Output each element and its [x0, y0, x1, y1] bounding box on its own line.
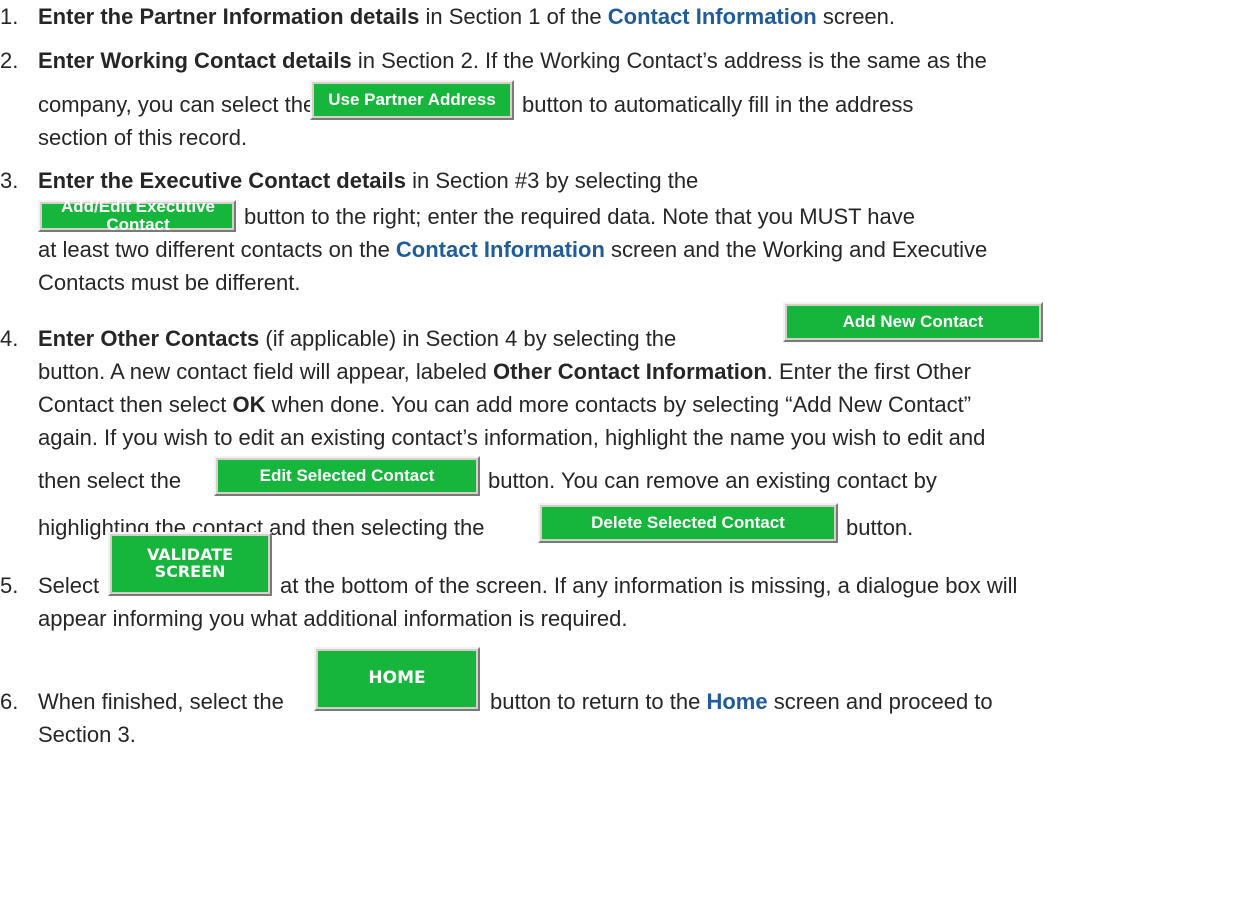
step-text: (if applicable) in Section 4 by selectin… [259, 326, 677, 351]
step-text: button to return to the [490, 689, 707, 714]
step-text: Contacts must be different. [38, 270, 301, 295]
step-line: at the bottom of the screen. If any info… [280, 573, 1017, 599]
step-text: screen and the Working and Executive [604, 237, 988, 262]
button-label: Use Partner Address [328, 90, 496, 110]
step-line: When finished, select the [38, 689, 284, 715]
step-number: 2. [0, 48, 19, 73]
step-text: section of this record. [38, 125, 248, 150]
button-label: Delete Selected Contact [591, 513, 785, 533]
step-heading: Enter the Executive Contact details [38, 168, 406, 193]
validate-screen-button[interactable]: VALIDATE SCREEN [108, 532, 272, 596]
use-partner-address-button[interactable]: Use Partner Address [310, 80, 514, 120]
step-text: in Section #3 by selecting the [406, 168, 699, 193]
step-line: button to the right; enter the required … [244, 204, 915, 230]
step-text: screen. [816, 4, 896, 29]
step-heading: Enter Working Contact details [38, 48, 352, 73]
step-text: when done. You can add more contacts by … [265, 392, 972, 417]
contact-information-ref: Contact Information [395, 237, 605, 262]
step-text: button. You can remove an existing conta… [488, 468, 937, 493]
step-number: 5. [0, 573, 19, 598]
step-line: at least two different contacts on the C… [38, 237, 987, 263]
step-text: in Section 1 of the [419, 4, 608, 29]
step-text: company, you can select the [38, 92, 316, 117]
step-line: Enter the Partner Information details in… [38, 4, 895, 30]
button-label-line: SCREEN [154, 562, 226, 581]
delete-selected-contact-button[interactable]: Delete Selected Contact [538, 503, 838, 543]
step-line: section of this record. [38, 125, 247, 151]
step-line: Enter Other Contacts (if applicable) in … [38, 326, 676, 352]
step-text: When finished, select the [38, 689, 284, 714]
step-line: button to return to the Home screen and … [490, 689, 993, 715]
step-text: at least two different contacts on the [38, 237, 396, 262]
step-line: Contact then select OK when done. You ca… [38, 392, 971, 418]
step-line: Enter the Executive Contact details in S… [38, 168, 698, 194]
step-line: company, you can select the [38, 92, 315, 118]
step-line: Section 3. [38, 722, 136, 748]
step-line: again. If you wish to edit an existing c… [38, 425, 985, 451]
step-line: appear informing you what additional inf… [38, 606, 627, 632]
step-line: button. [846, 515, 913, 541]
step-number: 4. [0, 326, 19, 351]
step-line: button. A new contact field will appear,… [38, 359, 971, 385]
home-button[interactable]: HOME [314, 647, 480, 711]
step-line: Enter Working Contact details in Section… [38, 48, 987, 74]
step-text: again. If you wish to edit an existing c… [38, 425, 986, 450]
step-number: 3. [0, 168, 19, 193]
step-text: button to the right; enter the required … [244, 204, 915, 229]
contact-information-ref: Contact Information [607, 4, 817, 29]
add-new-contact-button[interactable]: Add New Contact [783, 302, 1043, 342]
step-text: button. A new contact field will appear,… [38, 359, 493, 384]
step-text: button to automatically fill in the addr… [522, 92, 914, 117]
step-text: appear informing you what additional inf… [38, 606, 628, 631]
step-text: then select the [38, 468, 182, 493]
step-text: . Enter the first Other [766, 359, 971, 384]
step-text: Section 3. [38, 722, 136, 747]
ok-label: OK [232, 392, 266, 417]
edit-selected-contact-button[interactable]: Edit Selected Contact [214, 456, 480, 496]
button-label: Add New Contact [842, 312, 984, 332]
step-heading: Enter the Partner Information details [38, 4, 420, 29]
step-text: screen and proceed to [767, 689, 993, 714]
step-text: Contact then select [38, 392, 233, 417]
step-text: Select [38, 573, 100, 598]
button-label: Add/Edit Executive Contact [61, 197, 215, 234]
step-line: Select [38, 573, 99, 599]
step-text: at the bottom of the screen. If any info… [280, 573, 1018, 598]
button-label: VALIDATE SCREEN [147, 546, 233, 581]
step-line: button to automatically fill in the addr… [522, 92, 913, 118]
step-line: Contacts must be different. [38, 270, 301, 296]
add-edit-executive-contact-button[interactable]: Add/Edit Executive Contact [38, 197, 236, 234]
step-number: 6. [0, 689, 19, 714]
button-label: Edit Selected Contact [259, 466, 435, 486]
step-heading: Enter Other Contacts [38, 326, 260, 351]
step-text: button. [846, 515, 914, 540]
step-number: 1. [0, 4, 19, 29]
other-contact-information-label: Other Contact Information [492, 359, 767, 384]
home-ref: Home [706, 689, 768, 714]
step-line: button. You can remove an existing conta… [488, 468, 937, 494]
button-label: HOME [368, 668, 426, 689]
step-line: then select the [38, 468, 181, 494]
step-text: in Section 2. If the Working Contact’s a… [351, 48, 987, 73]
